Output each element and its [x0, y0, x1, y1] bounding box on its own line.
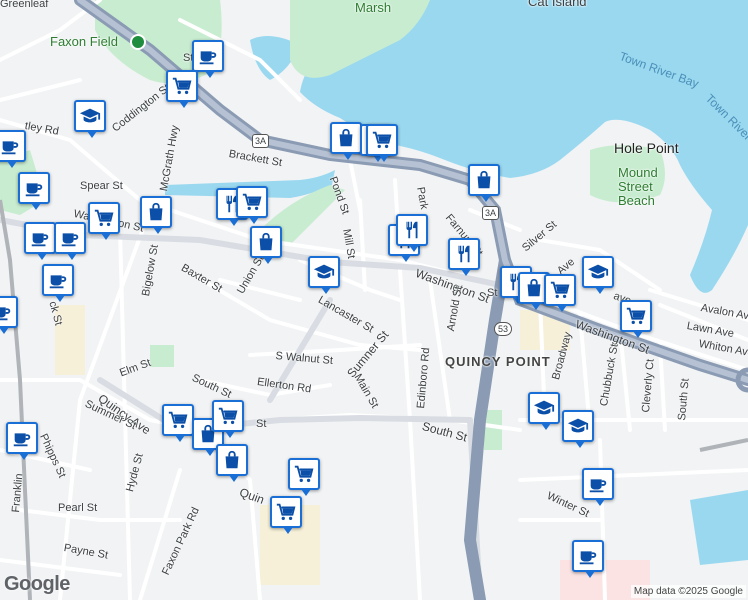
- poi-pin-shopping-bag[interactable]: [468, 164, 500, 202]
- shopping-cart-icon: [371, 129, 393, 151]
- shopping-bag-icon: [523, 277, 545, 299]
- shopping-cart-icon: [275, 501, 297, 523]
- coffee-icon: [29, 227, 51, 249]
- shopping-bag-icon: [473, 169, 495, 191]
- shopping-cart-icon: [293, 463, 315, 485]
- shopping-bag-icon: [221, 449, 243, 471]
- poi-pin-shopping-bag[interactable]: [250, 226, 282, 264]
- poi-pin-shopping-bag[interactable]: [140, 196, 172, 234]
- coffee-icon: [59, 227, 81, 249]
- poi-pin-coffee[interactable]: [572, 540, 604, 578]
- map-canvas[interactable]: 3A 3A 53 Greenleaf Faxon Field Marsh Cat…: [0, 0, 748, 600]
- school-icon: [567, 415, 589, 437]
- highway-shield-3a-east: 3A: [482, 206, 500, 220]
- poi-pin-coffee[interactable]: [6, 422, 38, 460]
- park-small: [150, 345, 174, 367]
- area-label-marsh: Marsh: [355, 0, 392, 15]
- poi-pin-school[interactable]: [528, 392, 560, 430]
- water-south: [690, 490, 748, 565]
- neighborhood-label-quincy-point: QUINCY POINT: [445, 354, 551, 369]
- poi-pin-shopping-bag[interactable]: [216, 444, 248, 482]
- coffee-icon: [0, 301, 13, 323]
- school-icon: [587, 261, 609, 283]
- street-label-pearl-st: Pearl St: [58, 502, 98, 514]
- coffee-icon: [587, 473, 609, 495]
- shopping-bag-icon: [145, 201, 167, 223]
- poi-pin-school[interactable]: [74, 100, 106, 138]
- poi-pin-school[interactable]: [582, 256, 614, 294]
- poi-pin-shopping-cart[interactable]: [236, 186, 268, 224]
- poi-pin-shopping-cart[interactable]: [620, 300, 652, 338]
- shopping-cart-icon: [93, 207, 115, 229]
- shopping-bag-icon: [255, 231, 277, 253]
- street-label-st-fragment-3: St: [256, 418, 267, 430]
- shopping-cart-icon: [625, 305, 647, 327]
- highway-shield-3a-west: 3A: [252, 134, 270, 148]
- park-poi-icon: [130, 34, 146, 50]
- poi-pin-restaurant[interactable]: [448, 238, 480, 276]
- poi-pin-shopping-cart[interactable]: [212, 400, 244, 438]
- poi-pin-coffee[interactable]: [0, 130, 26, 168]
- map-attribution[interactable]: Map data ©2025 Google: [630, 585, 746, 598]
- poi-pin-shopping-cart[interactable]: [166, 70, 198, 108]
- poi-pin-school[interactable]: [308, 256, 340, 294]
- park-south: [484, 410, 502, 450]
- poi-pin-shopping-cart[interactable]: [270, 496, 302, 534]
- restaurant-icon: [401, 219, 423, 241]
- school-icon: [79, 105, 101, 127]
- poi-pin-shopping-cart[interactable]: [162, 404, 194, 442]
- shopping-cart-icon: [549, 279, 571, 301]
- poi-pin-coffee[interactable]: [0, 296, 18, 334]
- coffee-icon: [197, 45, 219, 67]
- poi-label-faxon-field: Faxon Field: [50, 34, 118, 49]
- poi-pin-coffee[interactable]: [24, 222, 56, 260]
- coffee-icon: [47, 269, 69, 291]
- poi-pin-coffee[interactable]: [54, 222, 86, 260]
- shopping-cart-icon: [217, 405, 239, 427]
- highway-shield-53: 53: [494, 322, 513, 336]
- shopping-bag-icon: [335, 127, 357, 149]
- place-label-cat-island: Cat Island: [528, 0, 587, 9]
- shopping-cart-icon: [167, 409, 189, 431]
- google-logo: Google: [4, 573, 70, 595]
- poi-pin-coffee[interactable]: [42, 264, 74, 302]
- poi-pin-shopping-bag[interactable]: [330, 122, 362, 160]
- poi-label-mound-street-beach: Mound Street Beach: [618, 165, 658, 208]
- coffee-icon: [11, 427, 33, 449]
- place-label-hole-point: Hole Point: [614, 140, 679, 156]
- coffee-icon: [0, 135, 21, 157]
- school-icon: [533, 397, 555, 419]
- school-icon: [313, 261, 335, 283]
- street-label-spear-st: Spear St: [80, 180, 123, 192]
- street-label-greenleaf: Greenleaf: [0, 0, 49, 10]
- shopping-cart-icon: [241, 191, 263, 213]
- coffee-icon: [577, 545, 599, 567]
- poi-pin-coffee[interactable]: [582, 468, 614, 506]
- poi-pin-coffee[interactable]: [18, 172, 50, 210]
- restaurant-icon: [453, 243, 475, 265]
- poi-pin-shopping-cart[interactable]: [288, 458, 320, 496]
- shopping-cart-icon: [171, 75, 193, 97]
- coffee-icon: [23, 177, 45, 199]
- poi-pin-restaurant[interactable]: [396, 214, 428, 252]
- poi-pin-coffee[interactable]: [192, 40, 224, 78]
- poi-pin-shopping-cart[interactable]: [366, 124, 398, 162]
- poi-pin-shopping-cart[interactable]: [544, 274, 576, 312]
- poi-pin-shopping-cart[interactable]: [88, 202, 120, 240]
- street-label-st-fragment-2: St: [487, 287, 498, 299]
- poi-pin-school[interactable]: [562, 410, 594, 448]
